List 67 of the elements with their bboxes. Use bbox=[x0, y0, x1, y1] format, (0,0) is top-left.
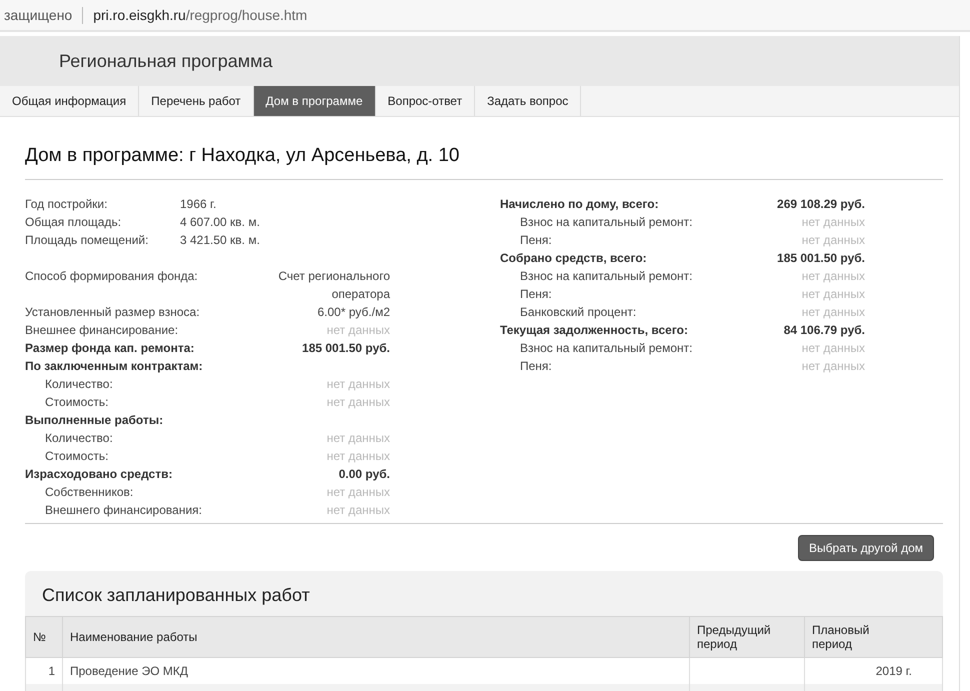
tab[interactable]: Общая информация bbox=[0, 86, 140, 116]
field-value: Счет регионального оператора bbox=[277, 268, 390, 303]
field-value: нет данных bbox=[326, 376, 390, 393]
field-value: нет данных bbox=[326, 394, 390, 411]
field-value: 84 106.79 руб. bbox=[784, 322, 865, 339]
field-label: Количество: bbox=[44, 376, 113, 393]
column-header: № bbox=[26, 616, 62, 658]
field-label: Собственников: bbox=[44, 484, 134, 501]
column-header: Предыдущий период bbox=[690, 616, 804, 658]
field-label: Пеня: bbox=[519, 286, 552, 303]
field-label: Стоимость: bbox=[44, 394, 108, 411]
column-header: Плановый период bbox=[804, 616, 942, 658]
field-label: Количество: bbox=[44, 430, 113, 447]
choose-house-button[interactable]: Выбрать другой дом bbox=[798, 535, 934, 561]
field-label: Начислено по дому, всего: bbox=[500, 196, 659, 213]
table-cell: Проведение ЭО МКД bbox=[62, 658, 690, 684]
column-header: Наименование работы bbox=[62, 616, 690, 658]
field-value: нет данных bbox=[326, 430, 390, 447]
header-title: Региональная программа bbox=[58, 50, 273, 72]
field-label: Установленный размер взноса: bbox=[25, 304, 200, 321]
field-value: нет данных bbox=[802, 232, 865, 249]
table-cell: 2019 г. bbox=[804, 658, 942, 684]
tab[interactable]: Дом в программе bbox=[254, 86, 376, 116]
field-label: Пеня: bbox=[519, 358, 552, 375]
field-label: Внешнее финансирование: bbox=[25, 322, 178, 339]
panel-title: Список запланированных работ bbox=[41, 584, 311, 607]
field-label: Взнос на капитальный ремонт: bbox=[519, 268, 692, 285]
field-value: 3 421.50 кв. м. bbox=[180, 232, 260, 249]
field-value: 185 001.50 руб. bbox=[777, 250, 865, 267]
field-label: Площадь помещений: bbox=[25, 232, 150, 249]
field-label: Текущая задолженность, всего: bbox=[500, 322, 688, 339]
field-label: Взнос на капитальный ремонт: bbox=[519, 214, 692, 231]
field-value: 185 001.50 руб. bbox=[302, 340, 390, 357]
field-label: Банковский процент: bbox=[519, 304, 636, 321]
field-label: Выполненные работы: bbox=[25, 412, 164, 429]
url-field[interactable]: pri.ro.eisgkh.ru/regprog/house.htm bbox=[93, 7, 308, 23]
field-label: Год постройки: bbox=[25, 196, 108, 213]
field-label: Стоимость: bbox=[44, 448, 108, 465]
field-label: Общая площадь: bbox=[25, 214, 122, 231]
field-value: нет данных bbox=[326, 322, 390, 339]
field-value: нет данных bbox=[326, 502, 390, 519]
field-label: По заключенным контрактам: bbox=[25, 358, 203, 375]
field-value: 4 607.00 кв. м. bbox=[180, 214, 260, 231]
field-value: нет данных bbox=[802, 268, 865, 285]
field-value: нет данных bbox=[802, 340, 865, 357]
field-value: нет данных bbox=[802, 214, 865, 231]
field-value: нет данных bbox=[326, 448, 390, 465]
field-label: Размер фонда кап. ремонта: bbox=[25, 340, 194, 357]
page-title: Дом в программе: г Находка, ул Арсеньева, д. 10 bbox=[25, 145, 460, 167]
field-label: Внешнего финансирования: bbox=[44, 502, 202, 519]
field-value: 269 108.29 руб. bbox=[777, 196, 865, 213]
field-value: 1966 г. bbox=[180, 196, 216, 213]
security-label: защищено bbox=[3, 7, 72, 23]
tab[interactable]: Задать вопрос bbox=[475, 86, 582, 116]
field-value: нет данных bbox=[802, 304, 865, 321]
tab[interactable]: Вопрос-ответ bbox=[376, 86, 476, 116]
field-label: Пеня: bbox=[519, 232, 552, 249]
field-label: Израсходовано средств: bbox=[25, 466, 172, 483]
field-label: Взнос на капитальный ремонт: bbox=[519, 340, 692, 357]
field-value: нет данных bbox=[802, 358, 865, 375]
field-label: Собрано средств, всего: bbox=[500, 250, 647, 267]
field-label: Способ формирования фонда: bbox=[25, 268, 198, 285]
field-value: 0.00 руб. bbox=[338, 466, 390, 483]
field-value: 6.00* руб./м2 bbox=[318, 304, 390, 321]
field-value: нет данных bbox=[326, 484, 390, 501]
field-value: нет данных bbox=[802, 286, 865, 303]
table-cell: 1 bbox=[26, 658, 62, 684]
